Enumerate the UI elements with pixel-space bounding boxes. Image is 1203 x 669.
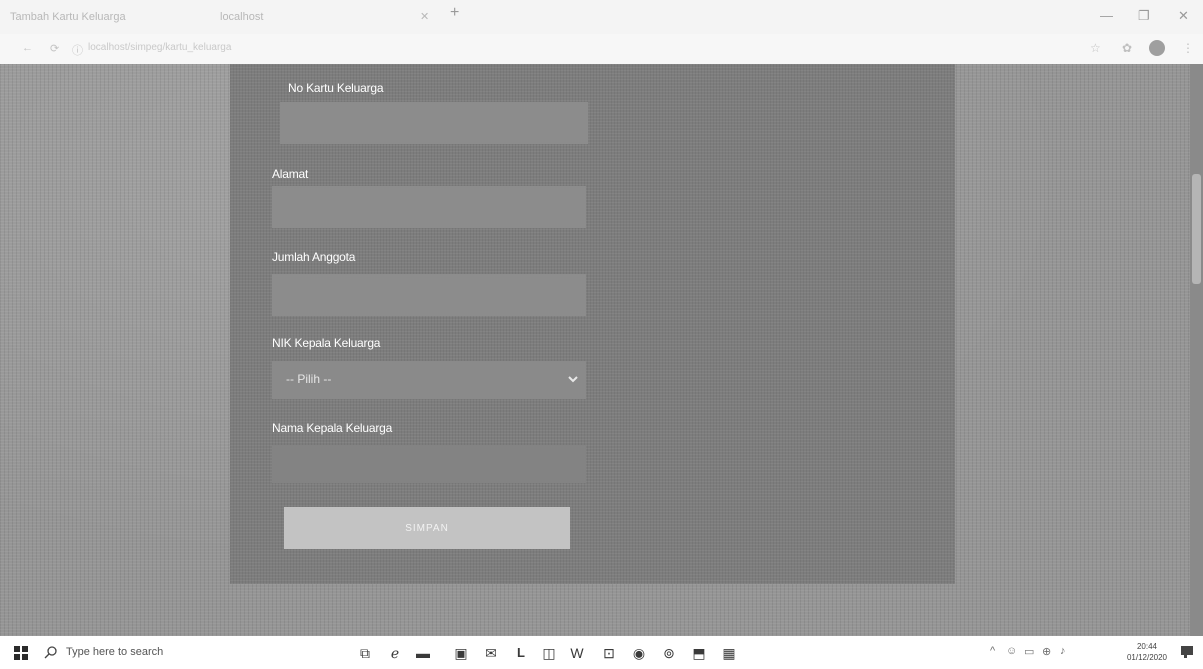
alamat-input[interactable] — [272, 186, 586, 228]
select-value: -- Pilih -- — [286, 372, 332, 386]
chevron-up-icon[interactable]: ^ — [990, 645, 995, 657]
browser-tab-2[interactable]: localhost ✕ — [220, 6, 429, 28]
task-view-icon[interactable]: ⧉ — [356, 644, 374, 662]
search-placeholder: Type here to search — [66, 646, 164, 658]
app4-icon[interactable]: ▦ — [720, 644, 738, 662]
clock-date: 01/12/2020 — [1126, 653, 1168, 662]
app-icon[interactable]: ◫ — [540, 644, 558, 662]
nik-kepala-keluarga-select[interactable]: -- Pilih -- — [272, 361, 586, 399]
app3-icon[interactable]: ⬒ — [690, 644, 708, 662]
network-icon[interactable]: ⊕ — [1042, 645, 1051, 658]
browser-tab-1[interactable]: Tambah Kartu Keluarga — [10, 6, 210, 28]
close-window-button[interactable]: ✕ — [1178, 8, 1189, 24]
system-clock[interactable]: 20:44 01/12/2020 — [1122, 641, 1172, 663]
windows-start-icon[interactable] — [14, 646, 28, 660]
app-l-icon[interactable]: L — [512, 644, 530, 662]
tab-title: Tambah Kartu Keluarga — [10, 11, 126, 23]
scrollbar-thumb[interactable] — [1192, 174, 1201, 284]
label-nik-kepala-keluarga: NIK Kepala Keluarga — [272, 336, 381, 350]
edge-icon[interactable]: ℯ — [386, 644, 404, 662]
label-alamat: Alamat — [272, 167, 309, 181]
tab-title: localhost — [220, 11, 264, 23]
label-jumlah-anggota: Jumlah Anggota — [272, 250, 356, 264]
settings-icon[interactable]: ⊚ — [660, 644, 678, 662]
mail-icon[interactable]: ✉ — [482, 644, 500, 662]
chevron-down-icon — [568, 376, 578, 383]
browser-tab-bar: Tambah Kartu Keluarga localhost ✕ + — ❐ … — [0, 0, 1203, 34]
battery-icon[interactable]: ▭ — [1024, 645, 1034, 658]
people-icon[interactable]: ☺ — [1006, 645, 1017, 657]
close-icon[interactable]: ✕ — [420, 6, 429, 28]
chrome-icon[interactable]: ◉ — [630, 644, 648, 662]
volume-icon[interactable]: ♪ — [1060, 645, 1066, 657]
notification-icon[interactable] — [1180, 645, 1194, 659]
nama-kepala-keluarga-field[interactable] — [272, 445, 586, 483]
info-icon: ⓘ — [72, 45, 83, 57]
search-icon — [44, 646, 57, 659]
avatar[interactable] — [1149, 40, 1165, 56]
reload-icon[interactable]: ⟳ — [50, 42, 59, 55]
label-nama-kepala-keluarga: Nama Kepala Keluarga — [272, 421, 393, 435]
extension-icon[interactable]: ✿ — [1122, 41, 1132, 55]
no-kartu-keluarga-input[interactable] — [280, 102, 588, 144]
scrollbar[interactable] — [1190, 64, 1203, 636]
back-arrow-icon[interactable]: ← — [22, 42, 33, 54]
app2-icon[interactable]: ⊡ — [600, 644, 618, 662]
page-content: No Kartu Keluarga Alamat Jumlah Anggota … — [0, 64, 1203, 636]
store-icon[interactable]: ▣ — [452, 644, 470, 662]
new-tab-button[interactable]: + — [450, 4, 459, 22]
simpan-button[interactable]: SIMPAN — [284, 507, 570, 549]
bookmark-icon[interactable]: ☆ — [1090, 41, 1101, 55]
taskbar-search[interactable]: Type here to search — [42, 642, 262, 664]
word-icon[interactable]: W — [568, 644, 586, 662]
clock-time: 20:44 — [1136, 642, 1158, 651]
taskbar: Type here to search ⧉ ℯ ▬ ▣ ✉ L ◫ W ⊡ ◉ … — [0, 636, 1203, 669]
minimize-button[interactable]: — — [1100, 8, 1113, 23]
jumlah-anggota-input[interactable] — [272, 274, 586, 316]
address-bar: ← ⟳ ⓘ localhost/simpeg/kartu_keluarga ☆ … — [0, 34, 1203, 64]
label-no-kartu-keluarga: No Kartu Keluarga — [288, 81, 384, 95]
url-field[interactable]: localhost/simpeg/kartu_keluarga — [88, 42, 231, 53]
screen: Tambah Kartu Keluarga localhost ✕ + — ❐ … — [0, 0, 1203, 669]
maximize-button[interactable]: ❐ — [1138, 8, 1150, 24]
file-explorer-icon[interactable]: ▬ — [414, 644, 432, 662]
menu-icon[interactable]: ⋮ — [1182, 41, 1194, 55]
